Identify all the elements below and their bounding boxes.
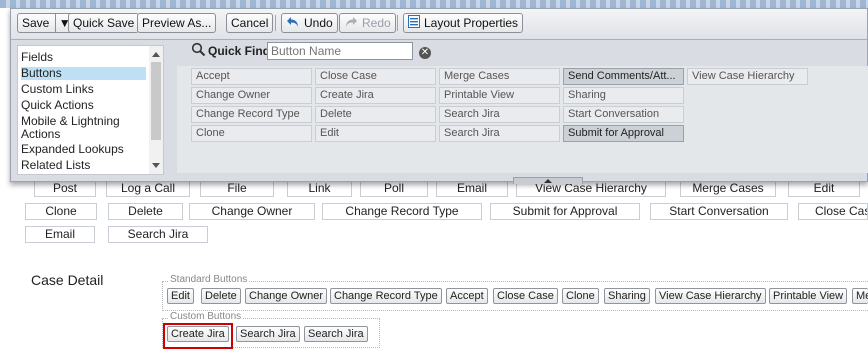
palette-category-list: Fields Buttons Custom Links Quick Action… xyxy=(17,45,164,175)
layout-button[interactable]: Delete xyxy=(108,203,183,220)
category-buttons[interactable]: Buttons xyxy=(21,67,146,80)
layout-button[interactable]: Link xyxy=(287,180,352,197)
create-jira-highlight xyxy=(163,323,233,349)
layout-button[interactable]: Log a Call xyxy=(106,180,190,197)
search-jira-button[interactable]: Search Jira xyxy=(236,326,300,342)
layout-button[interactable]: Change Record Type xyxy=(322,203,482,220)
palette-button-delete[interactable]: Delete xyxy=(315,106,436,123)
palette-button-close-case[interactable]: Close Case xyxy=(315,68,436,85)
quick-find-input[interactable] xyxy=(267,42,413,60)
toolbar-separator xyxy=(397,15,398,31)
layout-editor-palette: Save ▼ Quick Save Preview As... Cancel U… xyxy=(10,8,868,184)
layout-button[interactable]: Close Case xyxy=(798,203,868,220)
category-quick-actions[interactable]: Quick Actions xyxy=(21,99,146,112)
palette-button-create-jira[interactable]: Create Jira xyxy=(315,87,436,104)
layout-button[interactable]: File xyxy=(200,180,274,197)
layout-button[interactable]: Merge Cases xyxy=(680,180,776,197)
palette-button-edit[interactable]: Edit xyxy=(315,125,436,142)
scroll-down-icon[interactable] xyxy=(152,163,160,168)
category-fields[interactable]: Fields xyxy=(21,51,146,64)
palette-toolbar: Save ▼ Quick Save Preview As... Cancel U… xyxy=(11,9,867,40)
palette-button-change-owner[interactable]: Change Owner xyxy=(191,87,312,104)
standard-button[interactable]: View Case Hierarchy xyxy=(655,288,766,304)
properties-icon xyxy=(408,14,420,33)
search-jira-button[interactable]: Search Jira xyxy=(304,326,368,342)
palette-button-view-case-hierarchy[interactable]: View Case Hierarchy xyxy=(687,68,808,85)
palette-button-sharing[interactable]: Sharing xyxy=(563,87,684,104)
custom-buttons-label: Custom Buttons xyxy=(168,311,244,322)
layout-button[interactable]: Change Owner xyxy=(189,203,315,220)
layout-button[interactable]: Post xyxy=(34,180,96,197)
category-expanded-lookups[interactable]: Expanded Lookups xyxy=(21,143,146,156)
layout-button[interactable]: Edit xyxy=(788,180,860,197)
preview-as-button[interactable]: Preview As... xyxy=(137,13,217,33)
layout-button[interactable]: Poll xyxy=(360,180,428,197)
undo-icon xyxy=(286,15,300,33)
standard-button[interactable]: Me xyxy=(852,288,868,304)
palette-button-printable-view[interactable]: Printable View xyxy=(439,87,560,104)
palette-button-accept[interactable]: Accept xyxy=(191,68,312,85)
cancel-button[interactable]: Cancel xyxy=(226,13,274,33)
standard-button[interactable]: Change Record Type xyxy=(330,288,442,304)
standard-button[interactable]: Change Owner xyxy=(245,288,327,304)
undo-button[interactable]: Undo xyxy=(281,13,338,33)
standard-button[interactable]: Delete xyxy=(201,288,241,304)
standard-buttons-label: Standard Buttons xyxy=(168,274,250,285)
layout-button[interactable]: Email xyxy=(436,180,508,197)
palette-button-clone[interactable]: Clone xyxy=(191,125,312,142)
quick-find-label: Quick Find xyxy=(208,44,271,58)
layout-button[interactable]: Clone xyxy=(25,203,97,220)
palette-button-search-jira[interactable]: Search Jira xyxy=(439,106,560,123)
scroll-up-icon[interactable] xyxy=(152,52,160,57)
save-button[interactable]: Save ▼ xyxy=(17,13,76,33)
standard-button[interactable]: Clone xyxy=(562,288,599,304)
palette-button-send-comments[interactable]: Send Comments/Att... xyxy=(563,68,684,85)
standard-button[interactable]: Edit xyxy=(167,288,194,304)
category-scrollbar[interactable] xyxy=(149,46,163,174)
palette-button-change-record-type[interactable]: Change Record Type xyxy=(191,106,312,123)
section-title-case-detail: Case Detail xyxy=(31,272,104,288)
layout-button[interactable]: Email xyxy=(25,226,95,243)
layout-button[interactable]: Start Conversation xyxy=(650,203,788,220)
category-related-lists[interactable]: Related Lists xyxy=(21,159,146,172)
layout-button[interactable]: Search Jira xyxy=(108,226,208,243)
palette-collapse-handle[interactable] xyxy=(513,177,583,184)
standard-button[interactable]: Accept xyxy=(446,288,488,304)
scroll-thumb[interactable] xyxy=(151,62,161,140)
palette-button-start-conversation[interactable]: Start Conversation xyxy=(563,106,684,123)
standard-button[interactable]: Sharing xyxy=(604,288,650,304)
redo-button[interactable]: Redo xyxy=(339,13,396,33)
standard-button[interactable]: Printable View xyxy=(769,288,848,304)
palette-button-submit-for-approval[interactable]: Submit for Approval xyxy=(563,125,684,142)
search-icon xyxy=(191,42,206,60)
palette-button-search-jira[interactable]: Search Jira xyxy=(439,125,560,142)
clear-search-icon[interactable]: ✕ xyxy=(419,47,431,59)
layout-properties-button[interactable]: Layout Properties xyxy=(403,13,524,33)
quick-save-button[interactable]: Quick Save xyxy=(68,13,140,33)
palette-button-merge-cases[interactable]: Merge Cases xyxy=(439,68,560,85)
toolbar-separator xyxy=(275,15,276,31)
top-header-strip xyxy=(0,0,868,8)
layout-button[interactable]: Submit for Approval xyxy=(490,203,640,220)
category-mobile-lightning-actions[interactable]: Mobile & Lightning Actions xyxy=(21,115,146,141)
category-custom-links[interactable]: Custom Links xyxy=(21,83,146,96)
standard-button[interactable]: Close Case xyxy=(493,288,558,304)
redo-icon xyxy=(344,15,358,33)
